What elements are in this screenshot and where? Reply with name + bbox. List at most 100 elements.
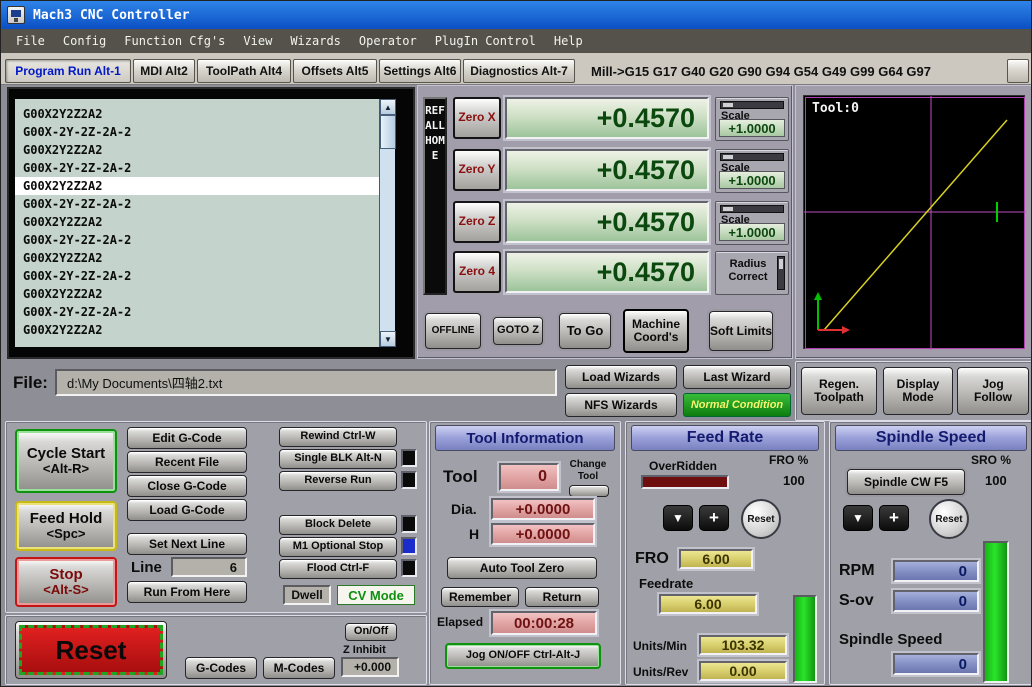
toolpath-display[interactable]: Tool:0: [803, 95, 1026, 350]
zero-y-button[interactable]: Zero Y: [453, 149, 501, 191]
gcode-line[interactable]: G00X2Y2Z2A2: [23, 105, 379, 123]
g-codes-button[interactable]: G-Codes: [185, 657, 257, 679]
machine-coords-button[interactable]: Machine Coord's: [623, 309, 689, 353]
zero-x-button[interactable]: Zero X: [453, 97, 501, 139]
a-axis-dro[interactable]: +0.4570: [505, 251, 709, 293]
y-scale-dro[interactable]: +1.0000: [719, 171, 785, 189]
change-tool-button[interactable]: [569, 485, 609, 497]
menu-view[interactable]: View: [234, 31, 281, 51]
screen-switch-button[interactable]: [1007, 59, 1029, 83]
zero-z-button[interactable]: Zero Z: [453, 201, 501, 243]
rewind-button[interactable]: Rewind Ctrl-W: [279, 427, 397, 447]
ref-all-home-button[interactable]: REF ALL HOME: [423, 97, 447, 295]
menu-config[interactable]: Config: [54, 31, 115, 51]
flood-button[interactable]: Flood Ctrl-F: [279, 559, 397, 579]
gcode-scrollbar[interactable]: ▲ ▼: [379, 99, 396, 347]
gcode-line[interactable]: G00X-2Y-2Z-2A-2: [23, 231, 379, 249]
z-scale-slider[interactable]: [720, 205, 784, 213]
gcode-line[interactable]: G00X-2Y-2Z-2A-2: [23, 195, 379, 213]
return-button[interactable]: Return: [525, 587, 599, 607]
z-axis-dro[interactable]: +0.4570: [505, 201, 709, 243]
cycle-start-button[interactable]: Cycle Start <Alt-R>: [15, 429, 117, 493]
gcode-line[interactable]: G00X2Y2Z2A2: [23, 213, 379, 231]
single-blk-button[interactable]: Single BLK Alt-N: [279, 449, 397, 469]
stop-button[interactable]: Stop <Alt-S>: [15, 557, 117, 607]
zero-4-button[interactable]: Zero 4: [453, 251, 501, 293]
gcode-line[interactable]: G00X-2Y-2Z-2A-2: [23, 159, 379, 177]
tab-settings[interactable]: Settings Alt6: [379, 59, 461, 83]
x-axis-dro[interactable]: +0.4570: [505, 97, 709, 139]
set-next-line-button[interactable]: Set Next Line: [127, 533, 247, 555]
sro-decrease-icon[interactable]: ▼: [843, 505, 873, 531]
gcode-line[interactable]: G00X2Y2Z2A2: [23, 321, 379, 339]
reset-button[interactable]: Reset: [15, 621, 167, 679]
feed-rate-slider[interactable]: [793, 595, 817, 683]
tab-mdi[interactable]: MDI Alt2: [133, 59, 195, 83]
tool-number-dro[interactable]: 0: [499, 463, 559, 491]
z-inhibit-onoff-button[interactable]: On/Off: [345, 623, 397, 641]
m-codes-button[interactable]: M-Codes: [263, 657, 335, 679]
fro-dro[interactable]: 6.00: [679, 549, 753, 569]
block-delete-button[interactable]: Block Delete: [279, 515, 397, 535]
close-gcode-button[interactable]: Close G-Code: [127, 475, 247, 497]
sro-reset-button[interactable]: Reset: [929, 499, 969, 539]
line-number-dro[interactable]: 6: [171, 557, 247, 577]
z-inhibit-dro[interactable]: +0.000: [341, 657, 399, 677]
load-gcode-button[interactable]: Load G-Code: [127, 499, 247, 521]
nfs-wizards-button[interactable]: NFS Wizards: [565, 393, 677, 417]
radius-slider[interactable]: [777, 256, 785, 290]
menu-plugin-control[interactable]: PlugIn Control: [426, 31, 545, 51]
h-dro[interactable]: +0.0000: [491, 523, 595, 545]
y-scale-slider[interactable]: [720, 153, 784, 161]
y-axis-dro[interactable]: +0.4570: [505, 149, 709, 191]
display-mode-button[interactable]: Display Mode: [883, 367, 953, 415]
fro-decrease-icon[interactable]: ▼: [663, 505, 693, 531]
last-wizard-button[interactable]: Last Wizard: [683, 365, 791, 389]
remember-button[interactable]: Remember: [441, 587, 519, 607]
load-wizards-button[interactable]: Load Wizards: [565, 365, 677, 389]
gcode-line[interactable]: G00X2Y2Z2A2: [23, 249, 379, 267]
tab-toolpath[interactable]: ToolPath Alt4: [197, 59, 291, 83]
scroll-down-icon[interactable]: ▼: [380, 331, 396, 347]
sro-increase-icon[interactable]: +: [879, 505, 909, 531]
jog-onoff-button[interactable]: Jog ON/OFF Ctrl-Alt-J: [445, 643, 601, 669]
tab-program-run[interactable]: Program Run Alt-1: [5, 59, 131, 83]
menu-function-cfgs[interactable]: Function Cfg's: [115, 31, 234, 51]
gcode-line[interactable]: G00X2Y2Z2A2: [23, 285, 379, 303]
x-scale-dro[interactable]: +1.0000: [719, 119, 785, 137]
gcode-line[interactable]: G00X-2Y-2Z-2A-2: [23, 123, 379, 141]
jog-follow-button[interactable]: Jog Follow: [957, 367, 1029, 415]
spindle-cw-button[interactable]: Spindle CW F5: [847, 469, 965, 495]
x-scale-slider[interactable]: [720, 101, 784, 109]
run-from-here-button[interactable]: Run From Here: [127, 581, 247, 603]
menu-file[interactable]: File: [7, 31, 54, 51]
reverse-run-button[interactable]: Reverse Run: [279, 471, 397, 491]
spindle-speed-dro[interactable]: 0: [893, 653, 979, 675]
to-go-button[interactable]: To Go: [559, 313, 611, 349]
z-scale-dro[interactable]: +1.0000: [719, 223, 785, 241]
gcode-line[interactable]: G00X-2Y-2Z-2A-2: [23, 303, 379, 321]
menu-operator[interactable]: Operator: [350, 31, 426, 51]
edit-gcode-button[interactable]: Edit G-Code: [127, 427, 247, 449]
offline-button[interactable]: OFFLINE: [425, 313, 481, 349]
gcode-line-current[interactable]: G00X2Y2Z2A2: [15, 177, 379, 195]
radius-correct-box[interactable]: Radius Correct: [715, 251, 789, 295]
goto-z-button[interactable]: GOTO Z: [493, 317, 543, 345]
file-path-field[interactable]: d:\My Documents\四轴2.txt: [55, 369, 557, 396]
menu-wizards[interactable]: Wizards: [281, 31, 350, 51]
auto-tool-zero-button[interactable]: Auto Tool Zero: [447, 557, 597, 579]
sov-dro[interactable]: 0: [893, 590, 979, 612]
dia-dro[interactable]: +0.0000: [491, 498, 595, 520]
tab-offsets[interactable]: Offsets Alt5: [293, 59, 377, 83]
scrollbar-thumb[interactable]: [380, 115, 396, 149]
menu-help[interactable]: Help: [545, 31, 592, 51]
scroll-up-icon[interactable]: ▲: [380, 99, 396, 115]
feed-hold-button[interactable]: Feed Hold <Spc>: [15, 501, 117, 551]
gcode-listing[interactable]: G00X2Y2Z2A2 G00X-2Y-2Z-2A-2 G00X2Y2Z2A2 …: [15, 99, 379, 347]
regen-toolpath-button[interactable]: Regen. Toolpath: [801, 367, 877, 415]
m1-optional-stop-button[interactable]: M1 Optional Stop: [279, 537, 397, 557]
gcode-line[interactable]: G00X2Y2Z2A2: [23, 141, 379, 159]
tab-diagnostics[interactable]: Diagnostics Alt-7: [463, 59, 575, 83]
soft-limits-button[interactable]: Soft Limits: [709, 311, 773, 351]
gcode-line[interactable]: G00X-2Y-2Z-2A-2: [23, 267, 379, 285]
